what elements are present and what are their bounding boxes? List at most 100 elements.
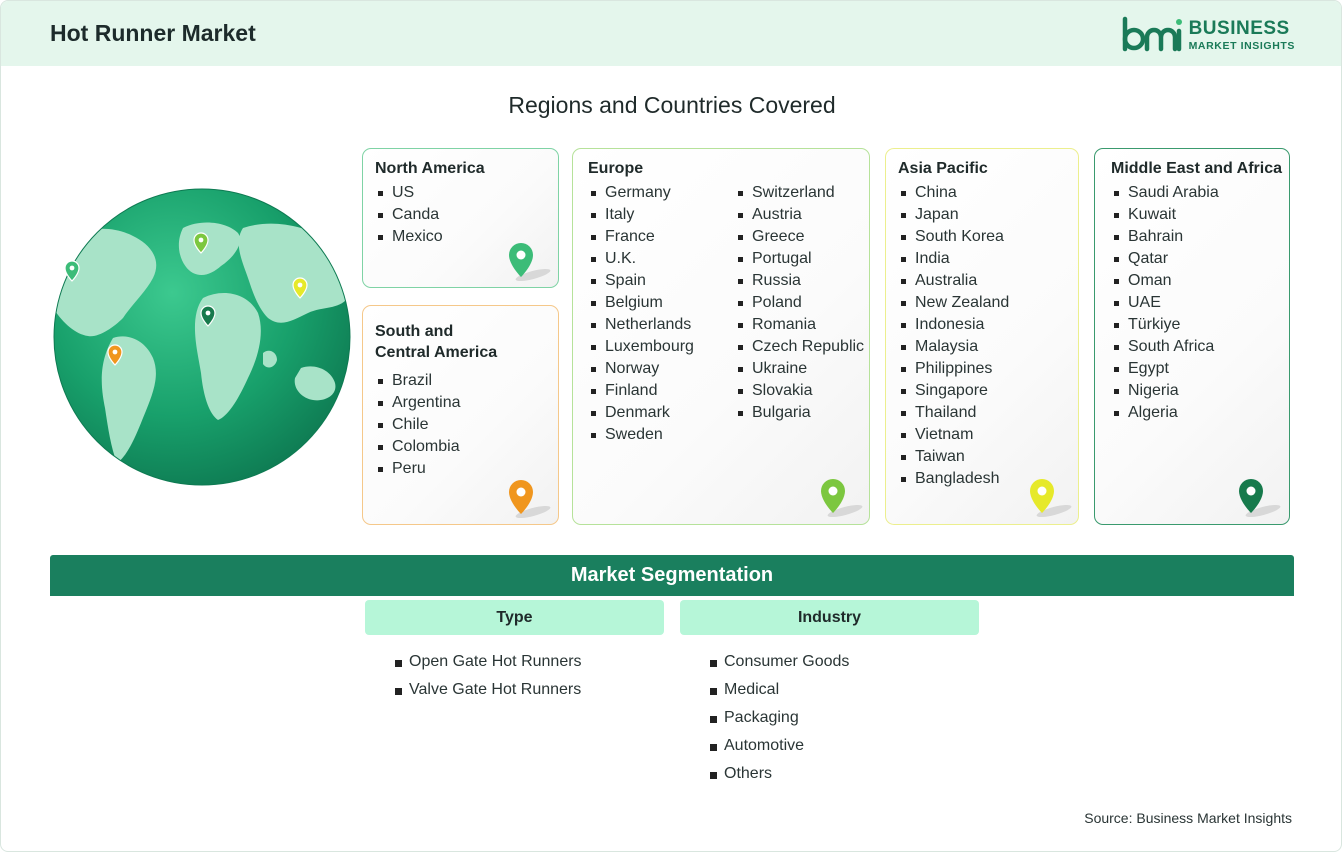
list-item: Malaysia — [898, 336, 1009, 358]
region-title: Middle East and Africa — [1111, 160, 1282, 177]
country-list: Switzerland Austria Greece Portugal Russ… — [735, 182, 864, 424]
region-card-europe: Europe Germany Italy France U.K. Spain B… — [572, 148, 870, 525]
globe-icon — [53, 188, 351, 486]
country-list: China Japan South Korea India Australia … — [898, 182, 1009, 490]
list-item: UAE — [1111, 292, 1219, 314]
list-item: Mexico — [375, 226, 443, 248]
list-item: Peru — [375, 458, 461, 480]
list-item: Norway — [588, 358, 694, 380]
list-item: Singapore — [898, 380, 1009, 402]
country-list: Saudi Arabia Kuwait Bahrain Qatar Oman U… — [1111, 182, 1219, 424]
list-item: Nigeria — [1111, 380, 1219, 402]
list-item: Japan — [898, 204, 1009, 226]
list-item: Poland — [735, 292, 864, 314]
list-item: Saudi Arabia — [1111, 182, 1219, 204]
logo-text-market-insights: MARKET INSIGHTS — [1188, 39, 1295, 52]
list-item: South Africa — [1111, 336, 1219, 358]
region-card-middle-east-africa: Middle East and Africa Saudi Arabia Kuwa… — [1094, 148, 1290, 525]
segment-header-type: Type — [365, 600, 664, 635]
list-item: Germany — [588, 182, 694, 204]
list-item: Spain — [588, 270, 694, 292]
list-item: Bangladesh — [898, 468, 1009, 490]
map-pin-icon — [509, 243, 551, 282]
country-list: Brazil Argentina Chile Colombia Peru — [375, 370, 461, 480]
list-item: Kuwait — [1111, 204, 1219, 226]
region-card-south-central-america: South and Central America Brazil Argenti… — [362, 305, 559, 525]
list-item: Ukraine — [735, 358, 864, 380]
region-title-line: South and — [375, 323, 454, 340]
list-item: Packaging — [710, 704, 849, 732]
list-item: Netherlands — [588, 314, 694, 336]
logo-text-business: BUSINESS — [1188, 17, 1290, 39]
list-item: Medical — [710, 676, 849, 704]
country-list: Germany Italy France U.K. Spain Belgium … — [588, 182, 694, 446]
list-item: Belgium — [588, 292, 694, 314]
map-pin-icon — [1239, 479, 1281, 518]
segmentation-title-bar: Market Segmentation — [50, 555, 1294, 596]
map-pin-icon — [821, 479, 863, 518]
list-item: Russia — [735, 270, 864, 292]
list-item: New Zealand — [898, 292, 1009, 314]
infographic-frame: Hot Runner Market BUSINESS MARKET INSIGH… — [0, 0, 1342, 852]
list-item: Canda — [375, 204, 443, 226]
list-item: Slovakia — [735, 380, 864, 402]
list-item: Greece — [735, 226, 864, 248]
region-title-line: Central America — [375, 344, 498, 361]
list-item: Romania — [735, 314, 864, 336]
list-item: Algeria — [1111, 402, 1219, 424]
map-pin-icon — [509, 480, 551, 519]
list-item: Denmark — [588, 402, 694, 424]
regions-section-title: Regions and Countries Covered — [508, 92, 836, 118]
list-item: Luxembourg — [588, 336, 694, 358]
region-card-north-america: North America US Canda Mexico — [362, 148, 559, 288]
list-item: Open Gate Hot Runners — [395, 648, 582, 676]
list-item: Bahrain — [1111, 226, 1219, 248]
list-item: Indonesia — [898, 314, 1009, 336]
list-item: Finland — [588, 380, 694, 402]
country-list: US Canda Mexico — [375, 182, 443, 248]
list-item: South Korea — [898, 226, 1009, 248]
list-item: India — [898, 248, 1009, 270]
list-item: Consumer Goods — [710, 648, 849, 676]
segment-list-industry: Consumer Goods Medical Packaging Automot… — [710, 648, 849, 788]
list-item: Philippines — [898, 358, 1009, 380]
list-item: Sweden — [588, 424, 694, 446]
list-item: Austria — [735, 204, 864, 226]
list-item: Argentina — [375, 392, 461, 414]
list-item: Italy — [588, 204, 694, 226]
list-item: Qatar — [1111, 248, 1219, 270]
list-item: Vietnam — [898, 424, 1009, 446]
list-item: Switzerland — [735, 182, 864, 204]
bmi-logo-icon — [1122, 16, 1182, 52]
source-note: Source: Business Market Insights — [1084, 810, 1292, 826]
list-item: Australia — [898, 270, 1009, 292]
list-item: U.K. — [588, 248, 694, 270]
list-item: China — [898, 182, 1009, 204]
page-title: Hot Runner Market — [50, 20, 256, 46]
list-item: Thailand — [898, 402, 1009, 424]
region-title: Europe — [588, 160, 644, 177]
list-item: Oman — [1111, 270, 1219, 292]
region-title: North America — [375, 160, 485, 177]
list-item: Czech Republic — [735, 336, 864, 358]
list-item: Colombia — [375, 436, 461, 458]
list-item: France — [588, 226, 694, 248]
list-item: Türkiye — [1111, 314, 1219, 336]
list-item: Chile — [375, 414, 461, 436]
list-item: Taiwan — [898, 446, 1009, 468]
segment-list-type: Open Gate Hot Runners Valve Gate Hot Run… — [395, 648, 582, 704]
region-card-asia-pacific: Asia Pacific China Japan South Korea Ind… — [885, 148, 1079, 525]
list-item: US — [375, 182, 443, 204]
list-item: Portugal — [735, 248, 864, 270]
header-bar: Hot Runner Market BUSINESS MARKET INSIGH… — [1, 1, 1341, 66]
region-title: Asia Pacific — [898, 160, 988, 177]
map-pin-icon — [1030, 479, 1072, 518]
region-title: South and Central America — [375, 321, 497, 363]
list-item: Brazil — [375, 370, 461, 392]
brand-logo: BUSINESS MARKET INSIGHTS — [1121, 15, 1295, 55]
list-item: Others — [710, 760, 849, 788]
list-item: Bulgaria — [735, 402, 864, 424]
list-item: Valve Gate Hot Runners — [395, 676, 582, 704]
list-item: Egypt — [1111, 358, 1219, 380]
list-item: Automotive — [710, 732, 849, 760]
